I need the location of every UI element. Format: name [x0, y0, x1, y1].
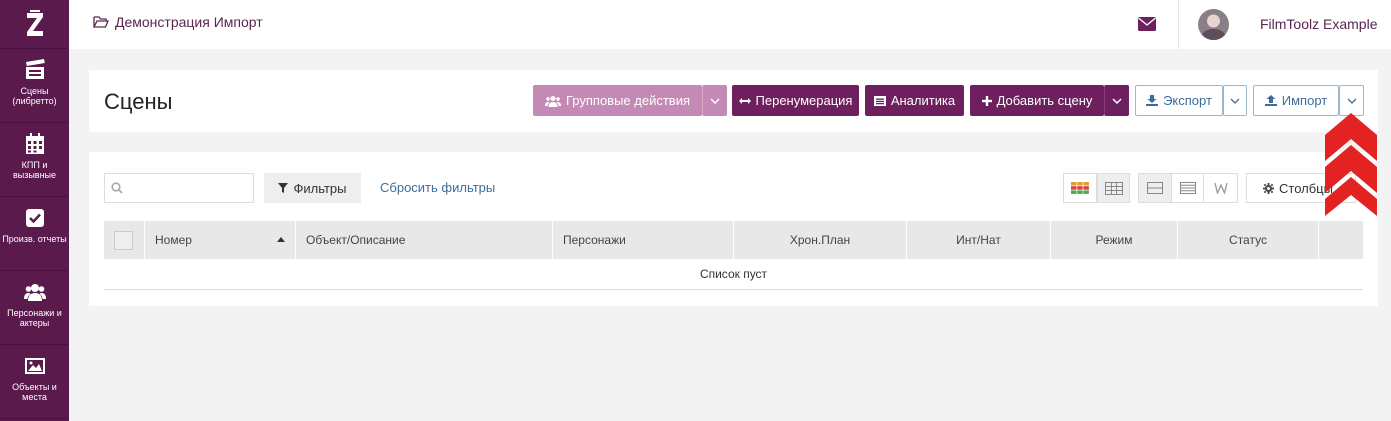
username[interactable]: FilmToolz Example — [1260, 16, 1377, 32]
group-actions-button[interactable]: Групповые действия — [533, 85, 702, 116]
import-label: Импорт — [1281, 93, 1328, 108]
search-box[interactable] — [104, 173, 254, 203]
empty-state: Список пуст — [104, 259, 1363, 290]
breadcrumb[interactable]: Демонстрация Импорт — [93, 14, 263, 30]
group-actions-label: Групповые действия — [565, 93, 691, 108]
sidebar-item-scenes[interactable]: Сцены (либретто) — [0, 49, 69, 123]
column-header-label: Статус — [1229, 233, 1267, 247]
calendar-icon — [25, 133, 44, 154]
plus-icon — [981, 95, 992, 106]
analytics-label: Аналитика — [890, 93, 956, 108]
upload-icon — [1264, 95, 1277, 106]
color-table-icon — [1071, 182, 1089, 194]
avatar[interactable] — [1198, 9, 1229, 40]
clapperboard-icon — [25, 59, 45, 79]
image-icon — [24, 358, 45, 374]
color-view-button[interactable] — [1063, 173, 1097, 203]
topbar: Демонстрация Импорт FilmToolz Example — [69, 0, 1391, 49]
column-header-label: Объект/Описание — [306, 233, 406, 247]
column-header-label: Режим — [1095, 233, 1133, 247]
reset-filters-link[interactable]: Сбросить фильтры — [380, 180, 495, 195]
red-chevron-up-annotation-icon — [1325, 113, 1377, 216]
import-button[interactable]: Импорт — [1253, 85, 1339, 116]
list-alt-icon — [873, 95, 886, 106]
column-header-characters[interactable]: Персонажи — [553, 221, 734, 259]
arrows-horizontal-icon — [738, 97, 751, 104]
import-dropdown[interactable] — [1339, 85, 1364, 116]
sidebar-item-label: Сцены (либретто) — [12, 86, 57, 106]
export-label: Экспорт — [1163, 93, 1212, 108]
grid-view-button[interactable] — [1097, 173, 1130, 203]
sidebar-item-label: КПП и вызывные — [12, 160, 57, 180]
text-wrap-button[interactable] — [1203, 173, 1238, 203]
column-header-status[interactable]: Статус — [1178, 221, 1319, 259]
column-header-label: Хрон.План — [789, 233, 851, 247]
scenes-list-panel: Фильтры Сбросить фильтры Столбцы Номер О… — [89, 152, 1378, 306]
topbar-divider — [1178, 0, 1179, 49]
envelope-icon[interactable] — [1138, 17, 1156, 31]
column-header-label: Персонажи — [563, 233, 626, 247]
add-scene-dropdown[interactable] — [1104, 85, 1129, 116]
page-title: Сцены — [104, 89, 173, 114]
folder-open-icon — [93, 16, 109, 28]
chevron-down-icon — [1230, 98, 1240, 104]
column-header-chrono[interactable]: Хрон.План — [734, 221, 907, 259]
sidebar: Сцены (либретто) КПП и вызывные Произв. … — [0, 0, 69, 421]
column-header-object[interactable]: Объект/Описание — [296, 221, 553, 259]
table-grid-icon — [1104, 181, 1123, 195]
column-header-number[interactable]: Номер — [145, 221, 296, 259]
column-header-actions — [1319, 221, 1363, 259]
filters-label: Фильтры — [293, 180, 347, 196]
select-all-cell — [104, 221, 145, 259]
column-header-int-ext[interactable]: Инт/Нат — [907, 221, 1051, 259]
export-dropdown[interactable] — [1223, 85, 1247, 116]
sidebar-item-schedule[interactable]: КПП и вызывные — [0, 123, 69, 197]
sidebar-item-label: Произв. отчеты — [2, 234, 67, 244]
wrap-text-icon — [1213, 182, 1228, 194]
chevron-down-icon — [1112, 97, 1122, 104]
chevron-down-icon — [1347, 98, 1356, 104]
sidebar-item-locations[interactable]: Объекты и места — [0, 345, 69, 419]
sidebar-item-label: Персонажи и актеры — [7, 308, 62, 328]
add-scene-label: Добавить сцену — [996, 93, 1093, 108]
filter-icon — [278, 183, 289, 193]
column-header-mode[interactable]: Режим — [1051, 221, 1178, 259]
export-button[interactable]: Экспорт — [1135, 85, 1223, 116]
search-icon — [111, 182, 123, 194]
column-header-label: Номер — [155, 233, 192, 247]
add-scene-button[interactable]: Добавить сцену — [970, 85, 1104, 116]
user-avatar-icon — [1200, 14, 1227, 40]
dense-rows-button[interactable] — [1171, 173, 1204, 203]
group-actions-dropdown[interactable] — [702, 85, 727, 116]
logo-icon — [26, 10, 43, 36]
breadcrumb-label: Демонстрация Импорт — [115, 14, 263, 30]
sort-up-icon — [277, 237, 285, 242]
gear-icon — [1263, 182, 1274, 194]
select-all-checkbox[interactable] — [114, 230, 133, 250]
rows-large-icon — [1147, 182, 1163, 194]
sidebar-item-reports[interactable]: Произв. отчеты — [0, 197, 69, 271]
table-header: Номер Объект/Описание Персонажи Хрон.Пла… — [104, 221, 1363, 259]
column-header-label: Инт/Нат — [956, 233, 1001, 247]
filters-button[interactable]: Фильтры — [264, 173, 361, 203]
sidebar-item-label: Объекты и места — [12, 382, 57, 402]
renumber-label: Перенумерация — [755, 93, 853, 108]
sidebar-item-characters[interactable]: Персонажи и актеры — [0, 271, 69, 345]
renumber-button[interactable]: Перенумерация — [732, 85, 859, 116]
checkbox-icon — [25, 209, 44, 227]
chevron-down-icon — [710, 97, 720, 104]
analytics-button[interactable]: Аналитика — [865, 85, 964, 116]
rows-dense-icon — [1179, 182, 1196, 194]
page-header: Сцены Групповые действия Перенумерация А… — [89, 70, 1378, 132]
compact-rows-button[interactable] — [1138, 173, 1172, 203]
app-logo[interactable] — [0, 0, 69, 49]
download-icon — [1146, 95, 1159, 106]
users-icon — [23, 284, 46, 301]
search-input[interactable] — [127, 177, 247, 199]
users-icon — [544, 95, 561, 107]
